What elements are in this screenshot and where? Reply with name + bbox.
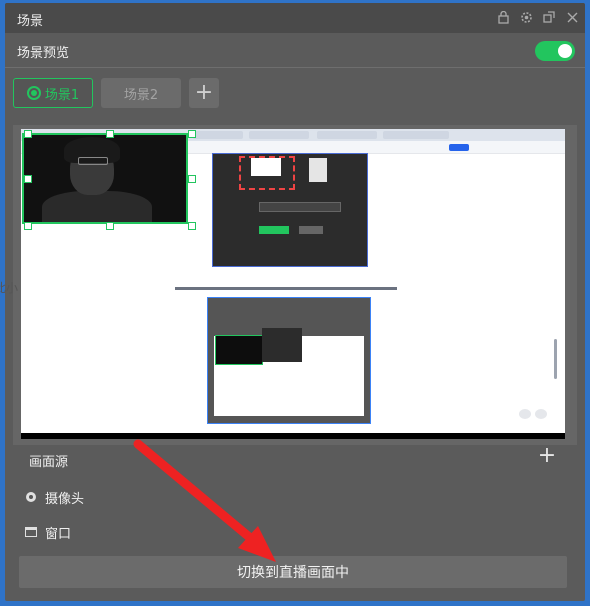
sources-title: 画面源 [29,455,69,470]
background-text: 此小 [0,281,19,295]
resize-handle[interactable] [106,222,114,230]
add-source-button[interactable]: + [537,445,557,467]
resize-handle[interactable] [24,175,32,183]
resize-handle[interactable] [24,222,32,230]
preview-dialog [212,153,368,267]
divider [5,67,585,68]
resize-handle[interactable] [188,130,196,138]
title-bar: 场景 [5,3,585,33]
tab-scene-1-label: 场景1 [44,87,80,103]
scene-preview-toggle[interactable] [535,41,575,61]
gear-icon[interactable] [519,9,533,25]
preview-bottom-bar [21,433,565,439]
preview-corner-icons [519,409,549,419]
resize-handle[interactable] [106,130,114,138]
preview-text-line [175,287,397,290]
scene-window: 场景 场景预览 场景1 场景2 + 画面源 + 摄像头 窗口 切换到直播画面中 [5,3,585,601]
tab-scene-2[interactable]: 场景2 [101,78,181,108]
preview-thumbnail [309,158,327,182]
toggle-knob [558,44,572,58]
close-icon[interactable] [565,9,579,25]
preview-browser-tab [317,131,377,139]
switch-to-live-button[interactable]: 切换到直播画面中 [19,556,567,588]
radio-icon [26,86,41,100]
camera-source-overlay[interactable] [22,133,188,224]
window-icon [25,527,37,537]
preview-browser-tab [383,131,449,139]
source-item-label: 窗口 [45,526,72,542]
source-item-camera[interactable]: 摄像头 [25,487,84,507]
scene-preview-header: 场景预览 [17,37,575,65]
popout-icon[interactable] [542,9,556,25]
camera-person-glasses [78,157,108,165]
preview-nested-camera [215,335,263,365]
source-item-label: 摄像头 [45,491,85,507]
preview-browser-tab [193,131,243,139]
resize-handle[interactable] [188,175,196,183]
preview-thumbnail [251,158,281,176]
preview-scrollbar [554,339,557,379]
tab-scene-2-label: 场景2 [123,87,159,103]
preview-nested-dialog [262,328,302,362]
preview-nested-window [207,297,371,424]
camera-person-body [42,191,152,222]
scene-preview-label: 场景预览 [17,46,70,61]
tab-scene-1[interactable]: 场景1 [13,78,93,108]
preview-cancel-button [299,226,323,234]
preview-browser-tab [249,131,309,139]
lock-icon[interactable] [496,9,510,25]
resize-handle[interactable] [188,222,196,230]
preview-field [259,202,341,212]
source-item-window[interactable]: 窗口 [25,522,71,542]
add-scene-button[interactable]: + [189,78,219,108]
scene-tabs: 场景1 场景2 + [13,78,219,108]
title-bar-icons [496,9,579,25]
window-title: 场景 [17,14,44,29]
preview-blue-button [449,144,469,151]
resize-handle[interactable] [24,130,32,138]
camera-icon [25,491,37,503]
preview-confirm-button [259,226,289,234]
